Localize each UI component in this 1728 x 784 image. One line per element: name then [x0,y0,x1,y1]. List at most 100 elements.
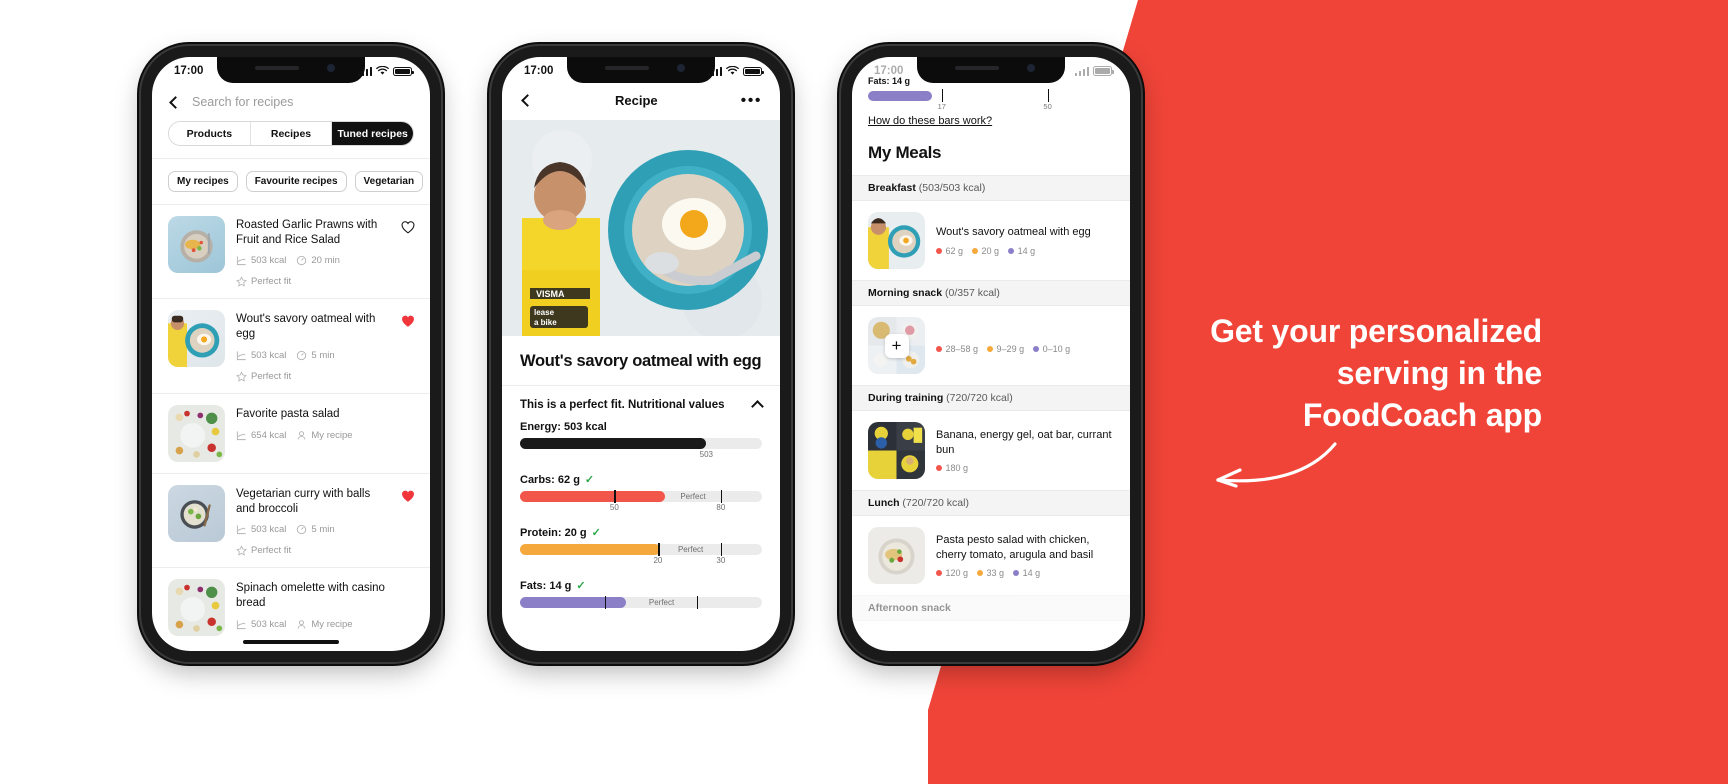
meal-item-info: Banana, energy gel, oat bar, currant bun… [936,428,1116,473]
fats-bar-tick [1047,89,1050,102]
nutrition-bar-tick [720,490,723,503]
favourite-heart-icon[interactable] [400,488,416,504]
status-bar: 17:00 [502,57,780,85]
macro-dot-icon [987,345,994,352]
phone-recipe-search: 17:00 Search for recipes Products Recipe… [141,46,441,662]
nutrition-bar-scale: 503 [520,450,762,461]
phone3-screen: 17:00 Fats: 14 g 17 50 How do these bars… [852,57,1130,651]
favourite-heart-icon[interactable] [400,313,416,329]
meta-kcal-value: 503 kcal [251,255,287,267]
recipe-meta: 503 kcal 5 min Perfect fit [236,524,389,556]
meal-list-item[interactable]: Pasta pesto salad with chicken, cherry t… [852,516,1130,595]
nutrition-bar-tick [604,596,607,609]
meal-name: During training [868,392,944,404]
chevron-up-icon[interactable] [751,400,764,413]
nutrition-section-header[interactable]: This is a perfect fit. Nutritional value… [502,385,780,421]
search-input[interactable]: Search for recipes [192,95,293,109]
signal-bars-icon [1074,66,1089,76]
recipe-list-item[interactable]: Vegetarian curry with balls and broccoli… [152,472,430,567]
phone-my-meals: 17:00 Fats: 14 g 17 50 How do these bars… [841,46,1141,662]
macro-amount: 9–29 g [996,343,1025,354]
meal-list-item[interactable]: +28–58 g 9–29 g 0–10 g [852,306,1130,385]
meta-time-value: 5 min [311,349,335,361]
meal-name: Morning snack [868,287,943,299]
recipe-title: Wout's savory oatmeal with egg [520,352,762,370]
recipe-list-item[interactable]: Roasted Garlic Prawns with Fruit and Ric… [152,204,430,298]
meal-section-header: Breakfast (503/503 kcal) [852,175,1130,201]
nutrition-bar-fill [520,544,661,555]
nutrition-bar-tick [657,543,660,556]
perfect-zone-label: Perfect [648,598,675,607]
tab-products[interactable]: Products [169,122,251,145]
recipe-meta: 503 kcal 5 min Perfect fit [236,350,389,382]
nutrition-bar: Energy: 503 kcal 503 [502,421,780,461]
meal-kcal: (720/720 kcal) [899,497,969,509]
nutrition-bar: Carbs: 62 g ✓ Perfect 50 80 [502,473,780,514]
macro-dot-icon [1008,247,1015,254]
home-indicator [243,640,339,644]
chip-favourite-recipes[interactable]: Favourite recipes [245,171,347,192]
meal-section-header: During training (720/720 kcal) [852,385,1130,411]
recipe-list-item[interactable]: Wout's savory oatmeal with egg 503 kcal … [152,298,430,392]
meta-kcal-value: 503 kcal [251,349,287,361]
nutrition-bar-scale: 20 30 [520,556,762,567]
star-icon [236,371,247,382]
segmented-control[interactable]: Products Recipes Tuned recipes [168,121,414,146]
chevron-left-icon[interactable] [169,95,182,109]
meta-fit: Perfect fit [236,545,291,556]
fats-bar-tick-value: 50 [1043,102,1052,111]
recipe-title: Vegetarian curry with balls and broccoli [236,487,371,515]
how-do-bars-work-link[interactable]: How do these bars work? [852,111,1130,127]
recipe-list-item[interactable]: Spinach omelette with casino bread 503 k… [152,567,430,647]
snack-grid-thumb: + [868,317,925,374]
meta-kcal: 503 kcal [236,255,286,266]
chevron-left-icon[interactable] [521,94,534,107]
tab-recipes[interactable]: Recipes [250,122,333,145]
macro-amount: 14 g [1022,567,1041,578]
macro-amount: 62 g [945,245,964,256]
meta-fit-value: Perfect fit [251,545,292,557]
nutrition-bar-track: Perfect [520,596,762,609]
macro-amount: 33 g [986,567,1005,578]
svg-text:a bike: a bike [534,318,557,327]
favourite-heart-icon[interactable] [400,219,416,235]
person-icon [298,430,306,440]
meal-item-title: Wout's savory oatmeal with egg [936,226,1091,239]
more-horizontal-icon[interactable]: ••• [741,92,762,108]
nutrition-bar-tick-value: 50 [609,503,619,512]
meal-list-item[interactable]: Banana, energy gel, oat bar, currant bun… [852,411,1130,490]
meta-time: 5 min [296,524,335,535]
phone-recipe-detail: 17:00 Recipe ••• VISMA lease a bike Wout… [491,46,791,662]
meta-time: 5 min [296,349,335,361]
recipe-list-item[interactable]: Favorite pasta salad 654 kcal My recipe [152,392,430,473]
wifi-icon [376,66,389,75]
battery-full-icon [393,66,414,76]
check-icon: ✓ [584,474,595,486]
add-item-plus-icon[interactable]: + [884,333,909,358]
meal-section-header: Lunch (720/720 kcal) [852,490,1130,516]
chip-my-recipes[interactable]: My recipes [168,171,238,192]
energy-chart-icon [236,525,246,535]
macro-row: 28–58 g 9–29 g 0–10 g [936,344,1116,354]
page-title: My Meals [868,143,942,162]
macro-dot-icon [936,345,942,352]
recipe-title: Favorite pasta salad [236,407,340,420]
recipe-title: Wout's savory oatmeal with egg [236,313,376,341]
search-bar[interactable]: Search for recipes [152,85,430,121]
nutrition-bar-tick [720,543,723,556]
meal-list-item[interactable]: Wout's savory oatmeal with egg 62 g 20 g 14… [852,201,1130,280]
macro-amount: 28–58 g [945,343,979,354]
chip-vegetarian[interactable]: Vegetarian [354,171,424,192]
recipe-thumbnail [168,310,225,368]
macro-dot-icon [936,464,942,471]
meta-owner-value: My recipe [311,618,353,630]
meta-fit-value: Perfect fit [251,276,292,288]
tab-tuned-recipes[interactable]: Tuned recipes [332,122,413,145]
nutrition-bar-tick [614,490,616,503]
meal-item-info: 28–58 g 9–29 g 0–10 g [936,338,1116,354]
promo-line-1: Get your personalized [1210,313,1542,349]
meta-fit: Perfect fit [236,371,291,382]
recipe-title: Roasted Garlic Prawns with Fruit and Ric… [236,219,378,246]
recipe-title: Spinach omelette with casino bread [236,582,385,610]
meta-kcal: 503 kcal [236,524,286,535]
